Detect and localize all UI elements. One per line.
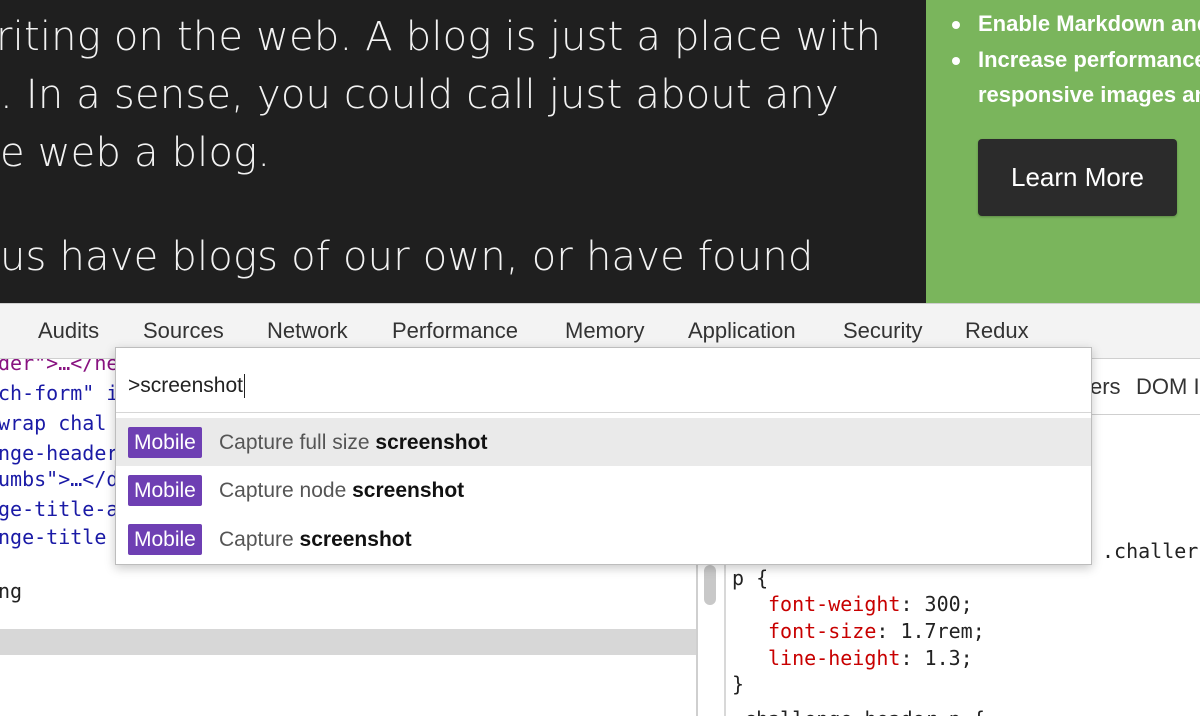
css-rule-close: } (732, 672, 745, 696)
learn-more-button[interactable]: Learn More (978, 139, 1177, 216)
dom-node-line[interactable]: nge-title (0, 525, 106, 549)
tab-redux[interactable]: Redux (965, 318, 1029, 344)
command-label-match: screenshot (352, 479, 465, 502)
command-label-prefix: Capture (219, 528, 300, 551)
bullet-dot-icon (952, 21, 960, 29)
css-property: line-height (768, 646, 901, 670)
tab-network[interactable]: Network (267, 318, 348, 344)
selected-node-row[interactable] (0, 629, 696, 655)
command-result[interactable]: Mobile Capture screenshot (116, 515, 1091, 563)
article-area: riting on the web. A blog is just a plac… (0, 0, 926, 303)
command-label-match: screenshot (299, 528, 412, 551)
promo-panel: Enable Markdown and Increase performance… (926, 0, 1200, 303)
css-declaration[interactable]: font-size: 1.7rem; (768, 619, 985, 643)
command-label-prefix: Capture node (219, 479, 353, 502)
css-next-rule[interactable]: .challenge-header p { (732, 707, 985, 716)
css-declaration[interactable]: font-weight: 300; (768, 592, 973, 616)
command-label: Capture node screenshot (219, 479, 464, 503)
command-label: Capture full size screenshot (219, 431, 487, 455)
command-query-text: >screenshot (128, 374, 243, 397)
palette-divider (116, 412, 1091, 413)
tab-application[interactable]: Application (688, 318, 796, 344)
text-caret (244, 374, 245, 399)
tab-audits[interactable]: Audits (38, 318, 99, 344)
scrollbar-thumb[interactable] (704, 565, 716, 605)
article-line: e web a blog. (0, 130, 271, 176)
dom-node-line[interactable]: nge-header (0, 441, 118, 465)
promo-bullet-text: Increase performance (978, 47, 1200, 72)
dom-node-line[interactable]: ge-title-a (0, 497, 118, 521)
command-label-prefix: Capture full size (219, 431, 376, 454)
article-line: . In a sense, you could call just about … (0, 72, 839, 118)
promo-bullet: responsive images and (978, 82, 1200, 108)
command-result[interactable]: Mobile Capture full size screenshot (116, 418, 1091, 466)
category-badge: Mobile (128, 524, 202, 555)
css-declaration[interactable]: line-height: 1.3; (768, 646, 973, 670)
dom-node-line[interactable]: ch-form" i (0, 381, 118, 405)
dom-node-line[interactable]: umbs">…</d (0, 467, 118, 491)
promo-bullet: Increase performance (952, 47, 1200, 73)
article-line: riting on the web. A blog is just a plac… (0, 14, 882, 60)
command-result[interactable]: Mobile Capture node screenshot (116, 466, 1091, 514)
command-label: Capture screenshot (219, 528, 412, 552)
category-badge: Mobile (128, 427, 202, 458)
css-property: font-weight (768, 592, 901, 616)
dom-node-line[interactable]: der">…</ne (0, 359, 118, 375)
bullet-dot-icon (952, 57, 960, 65)
subtab-dom-breakpoints[interactable]: DOM I (1136, 374, 1200, 400)
command-palette: >screenshot Mobile Capture full size scr… (115, 347, 1092, 565)
promo-bullet: Enable Markdown and (952, 11, 1200, 37)
article-line: us have blogs of our own, or have found (0, 234, 814, 280)
command-label-match: screenshot (375, 431, 488, 454)
css-value: 300; (924, 592, 973, 616)
css-property: font-size (768, 619, 877, 643)
category-badge: Mobile (128, 475, 202, 506)
css-value: 1.3; (924, 646, 973, 670)
dom-text-line[interactable]: ng (0, 579, 22, 603)
css-selector-fragment[interactable]: .challer (1102, 539, 1198, 563)
tab-security[interactable]: Security (843, 318, 922, 344)
css-selector[interactable]: p { (732, 566, 768, 590)
promo-bullet-text: responsive images and (978, 82, 1200, 107)
tab-performance[interactable]: Performance (392, 318, 518, 344)
css-value: 1.7rem; (900, 619, 985, 643)
subtab-listeners[interactable]: ers (1090, 374, 1121, 400)
promo-bullet-text: Enable Markdown and (978, 11, 1200, 36)
command-input[interactable]: >screenshot (128, 374, 245, 399)
dom-node-line[interactable]: wrap chal (0, 411, 106, 435)
tab-memory[interactable]: Memory (565, 318, 644, 344)
tab-sources[interactable]: Sources (143, 318, 224, 344)
